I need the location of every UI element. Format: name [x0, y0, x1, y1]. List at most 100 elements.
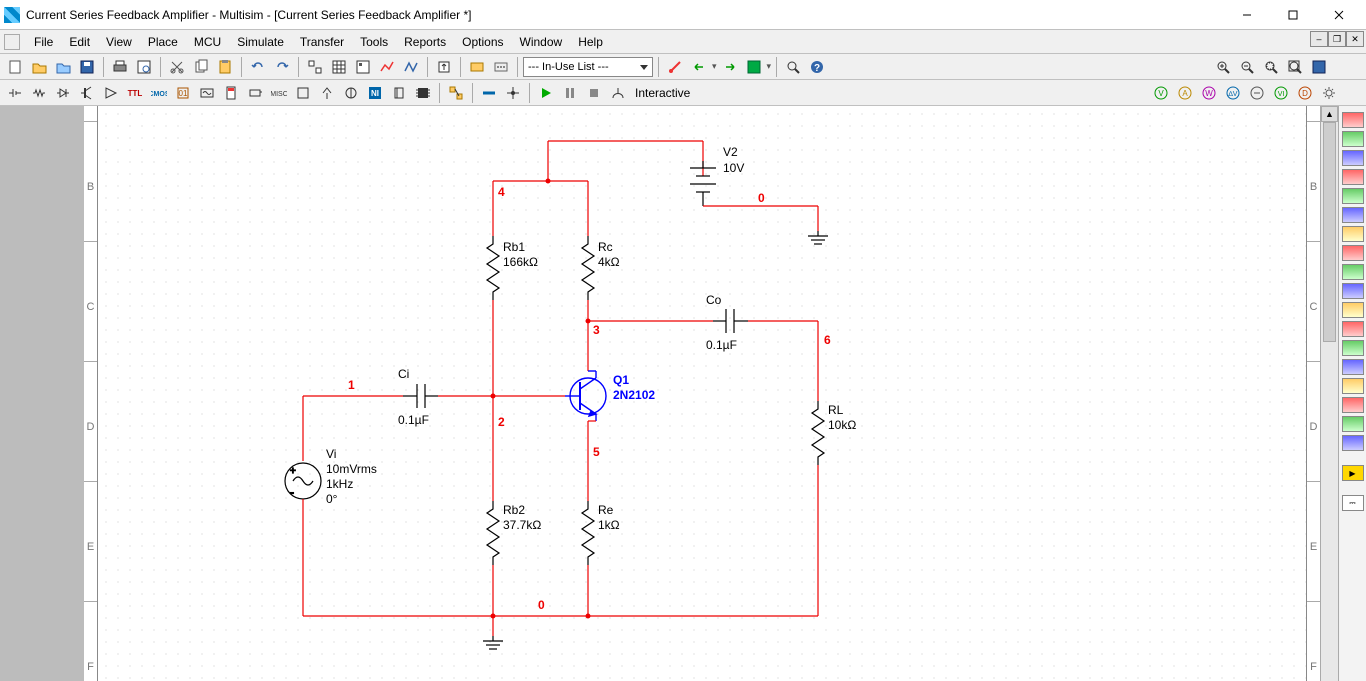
zoom-out-icon[interactable]: [1236, 56, 1258, 78]
menu-edit[interactable]: Edit: [61, 33, 98, 51]
redo-icon[interactable]: [271, 56, 293, 78]
menu-options[interactable]: Options: [454, 33, 511, 51]
probe-settings-icon[interactable]: [1318, 82, 1340, 104]
inuse-list-dropdown[interactable]: --- In-Use List ---: [523, 57, 653, 77]
zoom-sheet-icon[interactable]: [1284, 56, 1306, 78]
network-analyzer-icon[interactable]: [1342, 359, 1364, 375]
tek-scope-icon[interactable]: [1342, 435, 1364, 451]
place-electromech-icon[interactable]: [340, 82, 362, 104]
component-q1[interactable]: [565, 371, 606, 421]
place-rf-icon[interactable]: [316, 82, 338, 104]
analysis-icon[interactable]: [607, 82, 629, 104]
menu-transfer[interactable]: Transfer: [292, 33, 352, 51]
back-annotate-icon[interactable]: [688, 56, 710, 78]
probe-diff-icon[interactable]: ∆V: [1222, 82, 1244, 104]
bode-plotter-icon[interactable]: [1342, 207, 1364, 223]
multimeter-icon[interactable]: [1342, 112, 1364, 128]
spectrum-icon[interactable]: [1342, 340, 1364, 356]
probe-ref-icon[interactable]: [1246, 82, 1268, 104]
probe-w-icon[interactable]: W: [1198, 82, 1220, 104]
parent-sheet-icon[interactable]: [433, 56, 455, 78]
erc-icon[interactable]: [664, 56, 686, 78]
component-ci[interactable]: [403, 384, 438, 408]
menu-mcu[interactable]: MCU: [186, 33, 229, 51]
freq-counter-icon[interactable]: [1342, 226, 1364, 242]
zoom-area-icon[interactable]: [1260, 56, 1282, 78]
mdi-close-button[interactable]: ✕: [1346, 31, 1364, 47]
agilent-mm-icon[interactable]: [1342, 397, 1364, 413]
scroll-thumb[interactable]: [1323, 122, 1336, 342]
four-ch-scope-icon[interactable]: [1342, 188, 1364, 204]
schematic-canvas[interactable]: V2 10V 0 4: [98, 106, 1306, 681]
place-misc-digital-icon[interactable]: 01: [172, 82, 194, 104]
place-mixed-icon[interactable]: [196, 82, 218, 104]
place-cmos-icon[interactable]: CMOS: [148, 82, 170, 104]
probe-v-icon[interactable]: V: [1150, 82, 1172, 104]
elvis-icon[interactable]: [466, 56, 488, 78]
place-misc-icon[interactable]: MISC: [268, 82, 290, 104]
distortion-icon[interactable]: [1342, 321, 1364, 337]
maximize-button[interactable]: [1270, 0, 1316, 30]
probe-a-icon[interactable]: A: [1174, 82, 1196, 104]
word-gen-icon[interactable]: [1342, 245, 1364, 261]
place-analog-icon[interactable]: [100, 82, 122, 104]
component-rc[interactable]: [582, 236, 594, 300]
schematic[interactable]: V2 10V 0 4: [98, 106, 1306, 681]
stop-button[interactable]: [583, 82, 605, 104]
new-file-icon[interactable]: [4, 56, 26, 78]
menu-help[interactable]: Help: [570, 33, 611, 51]
undo-icon[interactable]: [247, 56, 269, 78]
place-indicator-icon[interactable]: [220, 82, 242, 104]
component-rb1[interactable]: [487, 236, 499, 300]
place-hierarchical-icon[interactable]: [445, 82, 467, 104]
logic-converter-icon[interactable]: [1342, 283, 1364, 299]
menu-window[interactable]: Window: [512, 33, 571, 51]
run-button[interactable]: [535, 82, 557, 104]
logic-analyzer-icon[interactable]: [1342, 264, 1364, 280]
forward-annotate-icon[interactable]: [719, 56, 741, 78]
place-ni-icon[interactable]: NI: [364, 82, 386, 104]
scroll-up-button[interactable]: ▲: [1321, 106, 1338, 122]
menu-place[interactable]: Place: [140, 33, 186, 51]
component-v2[interactable]: [690, 161, 716, 206]
component-co[interactable]: [713, 309, 748, 333]
graph-icon[interactable]: [376, 56, 398, 78]
mdi-minimize-button[interactable]: –: [1310, 31, 1328, 47]
copy-icon[interactable]: [190, 56, 212, 78]
place-source-icon[interactable]: [4, 82, 26, 104]
print-preview-icon[interactable]: [133, 56, 155, 78]
probe-vi-icon[interactable]: VI: [1270, 82, 1292, 104]
agilent-scope-icon[interactable]: [1342, 416, 1364, 432]
menu-reports[interactable]: Reports: [396, 33, 454, 51]
menu-file[interactable]: File: [26, 33, 61, 51]
menu-simulate[interactable]: Simulate: [229, 33, 292, 51]
current-clamp-icon[interactable]: ⎓: [1342, 495, 1364, 511]
iv-analyzer-icon[interactable]: [1342, 302, 1364, 318]
place-diode-icon[interactable]: [52, 82, 74, 104]
place-connector-icon[interactable]: [388, 82, 410, 104]
open-sample-icon[interactable]: [52, 56, 74, 78]
canvas-area[interactable]: B C D E F B C D E F: [84, 106, 1320, 681]
pause-button[interactable]: [559, 82, 581, 104]
save-icon[interactable]: [76, 56, 98, 78]
close-button[interactable]: [1316, 0, 1362, 30]
print-icon[interactable]: [109, 56, 131, 78]
place-bus-icon[interactable]: [478, 82, 500, 104]
wattmeter-icon[interactable]: [1342, 150, 1364, 166]
tool-a-icon[interactable]: [304, 56, 326, 78]
component-rb2[interactable]: [487, 501, 499, 565]
place-power-icon[interactable]: [244, 82, 266, 104]
vertical-scrollbar[interactable]: ▲: [1320, 106, 1338, 681]
breadboard-icon[interactable]: [490, 56, 512, 78]
cut-icon[interactable]: [166, 56, 188, 78]
probe-d-icon[interactable]: D: [1294, 82, 1316, 104]
menu-tools[interactable]: Tools: [352, 33, 396, 51]
ground-main[interactable]: [483, 636, 503, 649]
find-examples-icon[interactable]: [782, 56, 804, 78]
component-re[interactable]: [582, 501, 594, 565]
agilent-fgen-icon[interactable]: [1342, 378, 1364, 394]
oscilloscope-icon[interactable]: [1342, 169, 1364, 185]
place-basic-icon[interactable]: [28, 82, 50, 104]
place-ttl-icon[interactable]: TTL: [124, 82, 146, 104]
ultiboard-icon[interactable]: [743, 56, 765, 78]
